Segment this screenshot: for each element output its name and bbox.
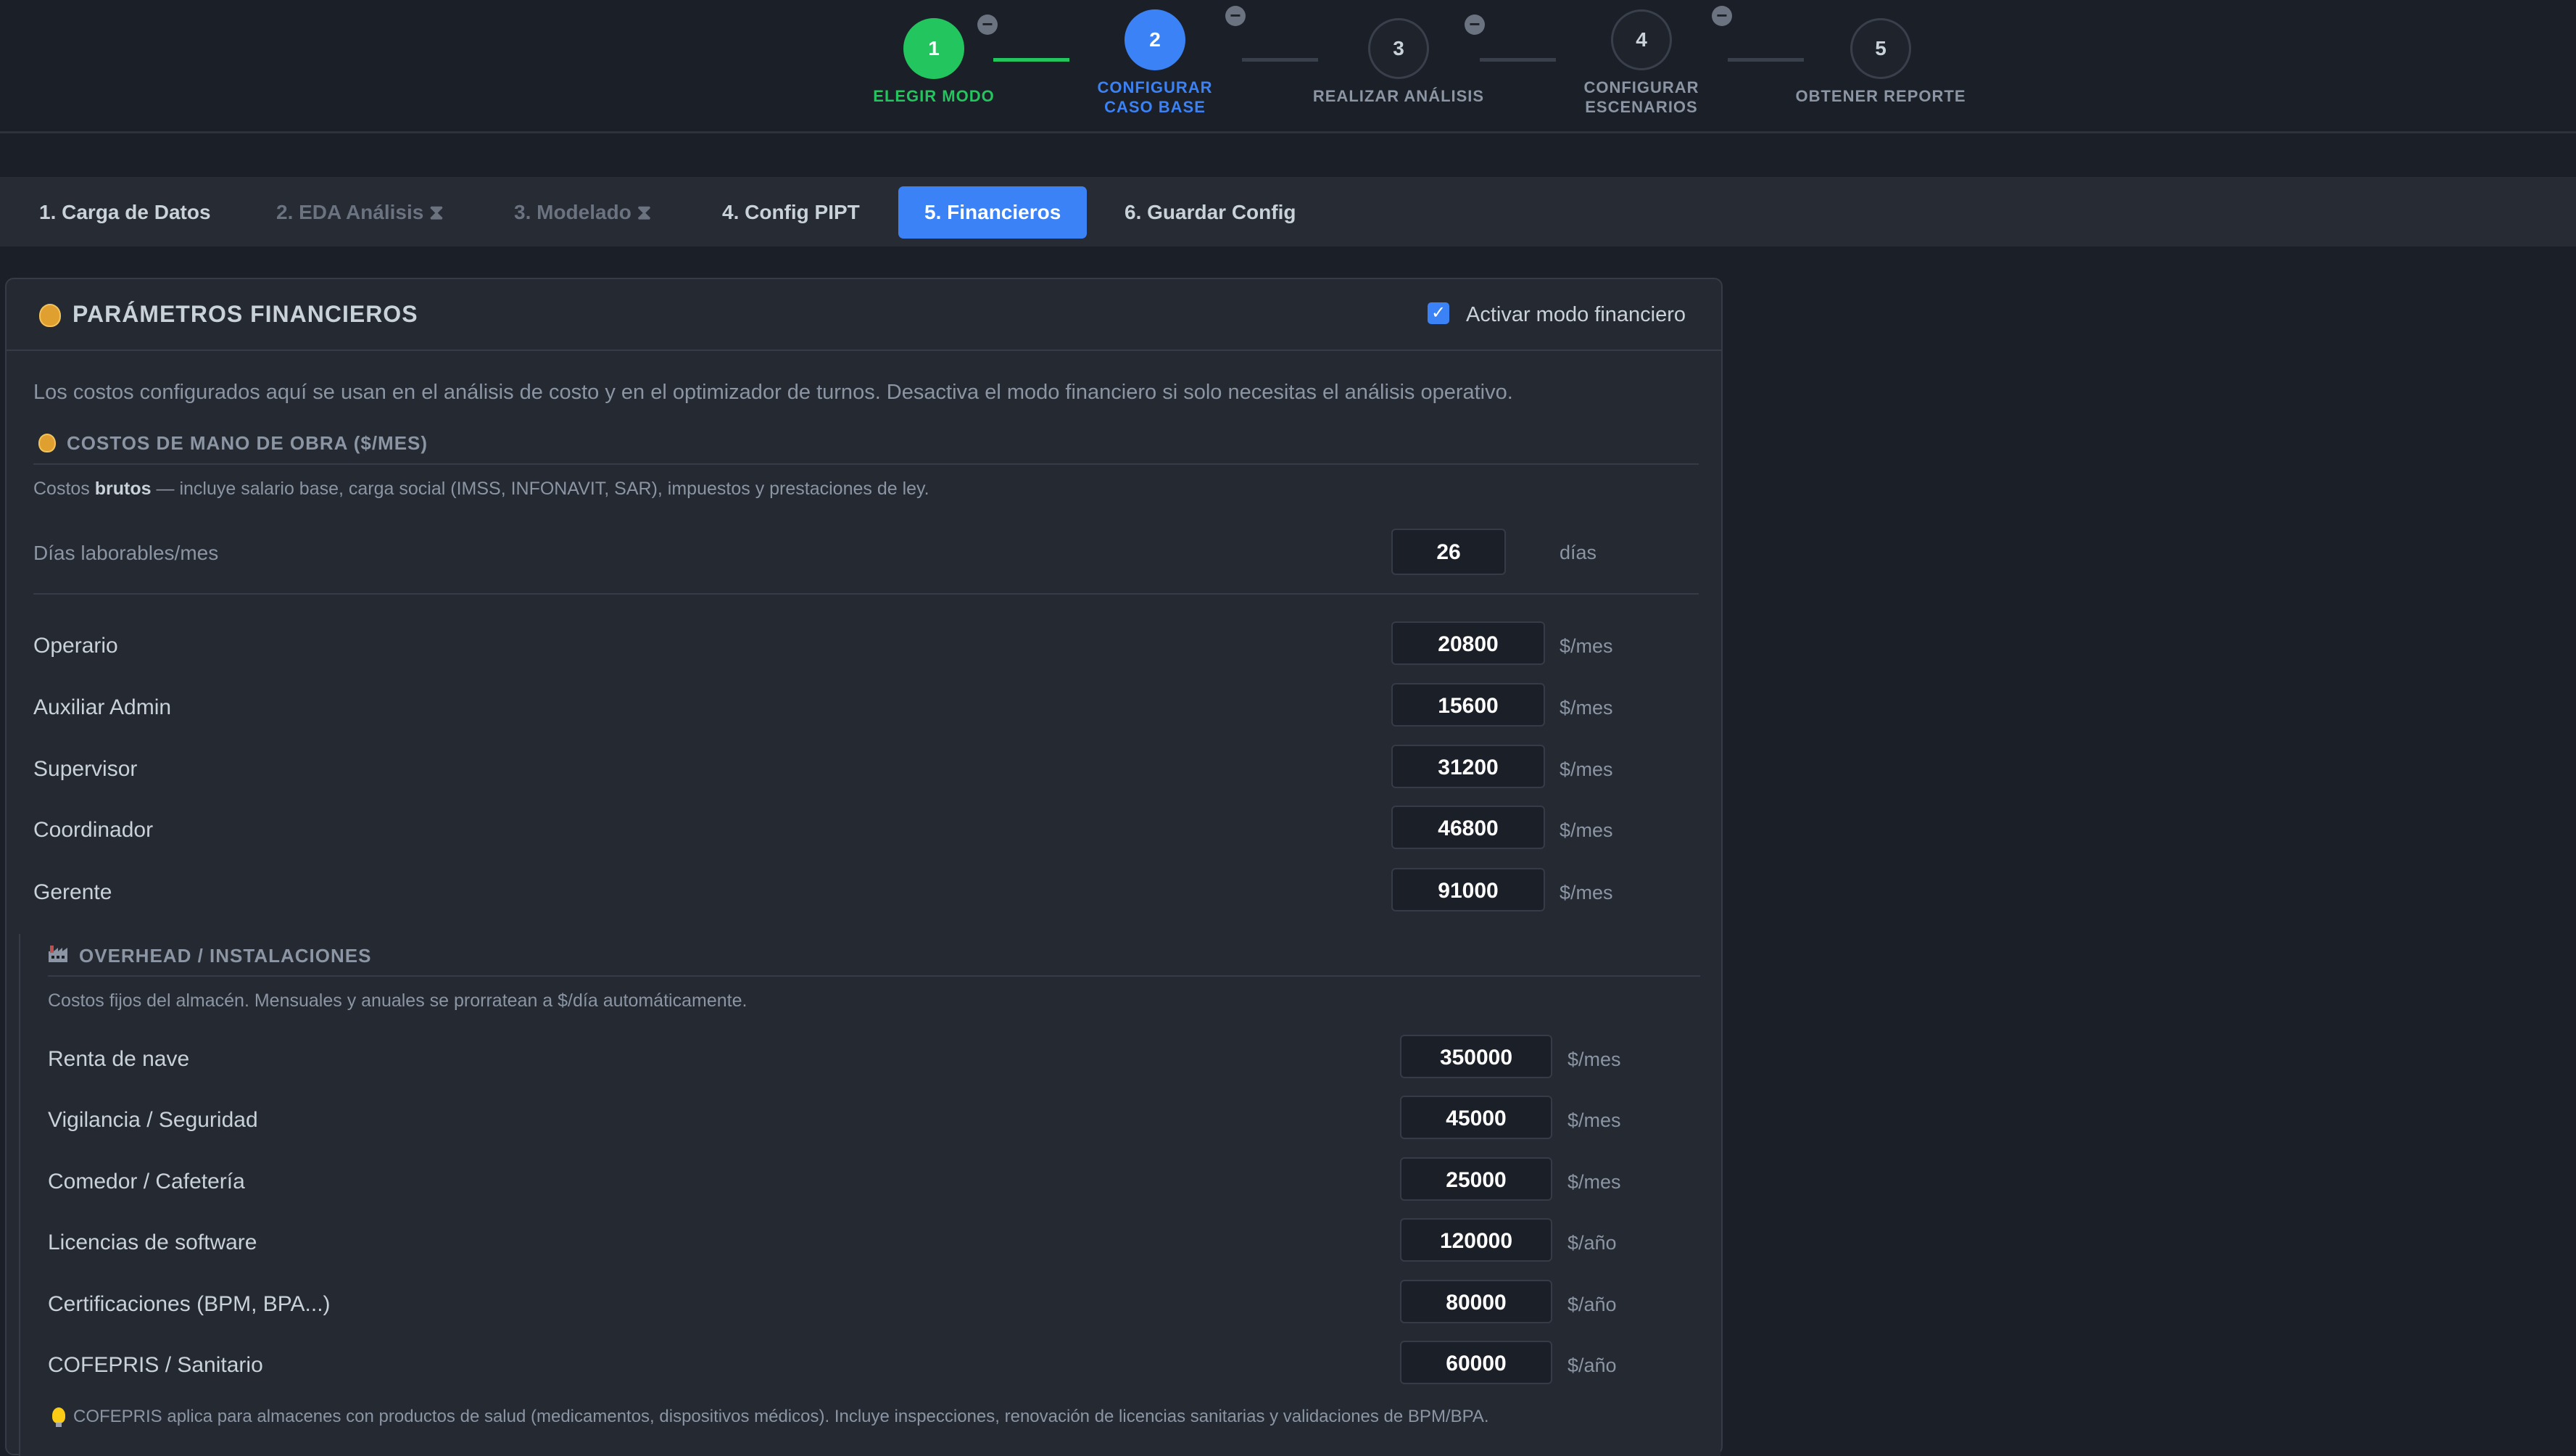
role-label: Auxiliar Admin xyxy=(33,695,172,719)
divider xyxy=(33,593,1699,595)
tab-financieros[interactable]: 5. Financieros xyxy=(898,186,1088,239)
panel-title: PARÁMETROS FINANCIEROS xyxy=(73,301,418,327)
overhead-section-title: OVERHEAD / INSTALACIONES xyxy=(79,945,372,967)
role-cost-input[interactable]: 31200 xyxy=(1391,745,1545,788)
role-cost-input[interactable]: 91000 xyxy=(1391,868,1545,911)
step-1-circle: 1 xyxy=(903,18,964,79)
overhead-cost-unit: $/año xyxy=(1567,1232,1617,1254)
divider xyxy=(48,975,1700,977)
financial-mode-label[interactable]: Activar modo financiero xyxy=(1466,303,1686,327)
workdays-unit: días xyxy=(1560,542,1597,563)
role-cost-unit: $/mes xyxy=(1560,697,1613,719)
labor-note: Costos brutos — incluye salario base, ca… xyxy=(33,479,929,499)
role-cost-unit: $/mes xyxy=(1560,758,1613,780)
panel-header: PARÁMETROS FINANCIEROS ✓ Activar modo fi… xyxy=(7,279,1721,351)
step-5-circle: 5 xyxy=(1850,18,1911,79)
role-label: Supervisor xyxy=(33,757,138,781)
step-5-label: OBTENER REPORTE xyxy=(1795,87,1966,105)
role-cost-unit: $/mes xyxy=(1560,882,1613,903)
tab-modelado[interactable]: 3. Modelado ⧗ xyxy=(488,186,677,239)
role-cost-input[interactable]: 20800 xyxy=(1391,621,1545,665)
overhead-item-label: Certificaciones (BPM, BPA...) xyxy=(48,1292,331,1316)
minus-icon[interactable]: − xyxy=(1465,15,1485,35)
tab-carga-de-datos[interactable]: 1. Carga de Datos xyxy=(13,186,237,239)
overhead-cost-input[interactable]: 120000 xyxy=(1400,1218,1552,1262)
step-4[interactable]: 4 CONFIGURAR ESCENARIOS xyxy=(1518,9,1765,117)
overhead-cost-unit: $/mes xyxy=(1567,1171,1621,1193)
role-cost-unit: $/mes xyxy=(1560,635,1613,657)
overhead-cost-unit: $/mes xyxy=(1567,1109,1621,1131)
role-label: Gerente xyxy=(33,880,112,904)
tab-config-pipt[interactable]: 4. Config PIPT xyxy=(696,186,886,239)
overhead-item-label: Licencias de software xyxy=(48,1230,257,1254)
divider xyxy=(33,463,1699,465)
labor-section-title: COSTOS DE MANO DE OBRA ($/MES) xyxy=(67,432,428,454)
step-3[interactable]: 3 REALIZAR ANÁLISIS xyxy=(1275,18,1522,106)
role-cost-input[interactable]: 46800 xyxy=(1391,806,1545,849)
panel-intro: Los costos configurados aquí se usan en … xyxy=(33,381,1513,404)
overhead-cost-input[interactable]: 80000 xyxy=(1400,1280,1552,1323)
step-4-circle: 4 xyxy=(1611,9,1672,70)
role-cost-input[interactable]: 15600 xyxy=(1391,683,1545,727)
financial-params-panel: PARÁMETROS FINANCIEROS ✓ Activar modo fi… xyxy=(5,278,1723,1456)
cofepris-footnote: COFEPRIS aplica para almacenes con produ… xyxy=(73,1407,1489,1426)
role-cost-unit: $/mes xyxy=(1560,819,1613,841)
overhead-cost-input[interactable]: 45000 xyxy=(1400,1096,1552,1139)
overhead-section: OVERHEAD / INSTALACIONES Costos fijos de… xyxy=(19,934,1720,1456)
workdays-input[interactable]: 26 xyxy=(1391,529,1506,575)
lightbulb-icon xyxy=(52,1407,65,1427)
tab-eda-analisis[interactable]: 2. EDA Análisis ⧗ xyxy=(250,186,470,239)
step-1-label: ELEGIR MODO xyxy=(873,87,995,105)
workdays-label: Días laborables/mes xyxy=(33,542,219,564)
step-3-circle: 3 xyxy=(1368,18,1429,79)
minus-icon[interactable]: − xyxy=(977,15,998,35)
tab-guardar-config[interactable]: 6. Guardar Config xyxy=(1098,186,1322,239)
step-3-label: REALIZAR ANÁLISIS xyxy=(1312,87,1485,105)
financial-mode-checkbox[interactable]: ✓ xyxy=(1428,302,1449,324)
tab-bar: 1. Carga de Datos 2. EDA Análisis ⧗ 3. M… xyxy=(0,177,2576,247)
factory-icon xyxy=(49,946,67,962)
overhead-cost-unit: $/año xyxy=(1567,1294,1617,1315)
overhead-item-label: Renta de nave xyxy=(48,1047,190,1071)
step-5[interactable]: 5 OBTENER REPORTE xyxy=(1757,18,2004,106)
overhead-item-label: Comedor / Cafetería xyxy=(48,1170,245,1194)
role-label: Operario xyxy=(33,634,118,658)
overhead-cost-unit: $/mes xyxy=(1567,1048,1621,1070)
minus-icon[interactable]: − xyxy=(1712,6,1732,26)
overhead-note: Costos fijos del almacén. Mensuales y an… xyxy=(48,990,747,1011)
role-label: Coordinador xyxy=(33,818,154,842)
money-bag-icon xyxy=(39,304,61,327)
overhead-cost-unit: $/año xyxy=(1567,1354,1617,1376)
money-bag-icon xyxy=(38,434,56,452)
overhead-item-label: COFEPRIS / Sanitario xyxy=(48,1353,263,1377)
step-2[interactable]: 2 CONFIGURAR CASO BASE xyxy=(1032,9,1278,117)
step-2-circle: 2 xyxy=(1125,9,1185,70)
overhead-cost-input[interactable]: 60000 xyxy=(1400,1341,1552,1384)
step-1[interactable]: 1 ELEGIR MODO xyxy=(811,18,1057,106)
overhead-cost-input[interactable]: 25000 xyxy=(1400,1157,1552,1201)
progress-stepper: 1 ELEGIR MODO 2 CONFIGURAR CASO BASE 3 R… xyxy=(0,0,2576,133)
step-4-label: CONFIGURAR ESCENARIOS xyxy=(1583,78,1699,116)
step-2-label: CONFIGURAR CASO BASE xyxy=(1097,78,1213,116)
overhead-item-label: Vigilancia / Seguridad xyxy=(48,1108,258,1132)
overhead-cost-input[interactable]: 350000 xyxy=(1400,1035,1552,1078)
minus-icon[interactable]: − xyxy=(1225,6,1246,26)
